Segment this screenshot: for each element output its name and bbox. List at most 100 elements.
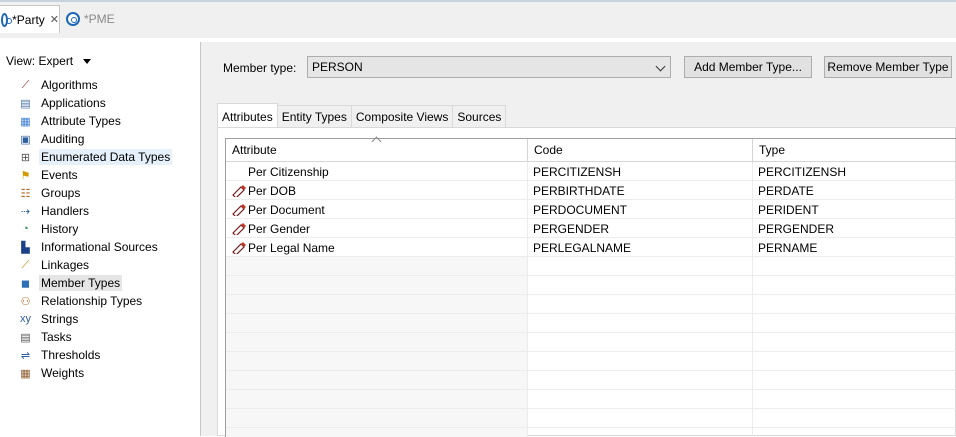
handlers-icon: ⇢ xyxy=(20,205,31,218)
attributes-table: Attribute Code Type Per Citizenship PERCI… xyxy=(225,136,956,437)
table-row xyxy=(226,276,956,295)
tree-item-label: Groups xyxy=(41,186,81,200)
table-row[interactable]: Per Legal Name PERLEGALNAME PERNAME xyxy=(226,238,956,257)
chevron-down-icon xyxy=(655,61,666,72)
type-cell: PERGENDER xyxy=(758,221,835,236)
thresholds-icon: ⇌ xyxy=(20,349,31,362)
table-row xyxy=(226,352,956,371)
view-selector-label: View: Expert xyxy=(6,54,74,68)
pme-editor-icon xyxy=(66,12,80,26)
tree-item-label: Handlers xyxy=(41,204,90,218)
tree-item-attribute-types[interactable]: ▦ Attribute Types xyxy=(18,112,172,130)
code-cell: PERDOCUMENT xyxy=(533,202,628,217)
editor-tab-bar: *Party ✕ *PME xyxy=(0,0,956,38)
attributes-panel: Attribute Code Type Per Citizenship PERCI… xyxy=(217,127,956,437)
column-header-label: Attribute xyxy=(232,143,277,157)
tree-item-strings[interactable]: xy Strings xyxy=(18,310,172,328)
column-header-code[interactable]: Code xyxy=(527,139,752,161)
tree-item-events[interactable]: ⚑ Events xyxy=(18,166,172,184)
tasks-icon: ▤ xyxy=(20,331,31,344)
events-icon: ⚑ xyxy=(20,169,31,182)
table-row[interactable]: Per DOB PERBIRTHDATE PERDATE xyxy=(226,181,956,200)
auditing-icon: ▣ xyxy=(20,133,31,146)
tree-item-label: Thresholds xyxy=(41,348,101,362)
tab-attributes[interactable]: Attributes xyxy=(217,103,278,129)
tree-item-handlers[interactable]: ⇢ Handlers xyxy=(18,202,172,220)
tree-item-member-types[interactable]: ◼ Member Types xyxy=(18,274,172,292)
attribute-name: Per Gender xyxy=(248,221,311,236)
tree-item-label: Member Types xyxy=(39,275,123,291)
code-cell: PERBIRTHDATE xyxy=(533,183,625,198)
tree-item-informational-sources[interactable]: ▙ Informational Sources xyxy=(18,238,172,256)
attribute-types-icon: ▦ xyxy=(20,115,31,128)
table-row xyxy=(226,371,956,390)
tree-item-relationship-types[interactable]: ⚇ Relationship Types xyxy=(18,292,172,310)
tree-item-label: Strings xyxy=(41,312,79,326)
tab-entity-types[interactable]: Entity Types xyxy=(277,105,352,129)
sort-ascending-icon xyxy=(371,136,382,147)
table-row xyxy=(226,390,956,409)
attribute-cell: Per DOB xyxy=(226,181,527,200)
blank-icon xyxy=(232,166,246,178)
tree-item-label: Events xyxy=(41,168,78,182)
edit-pencil-icon xyxy=(232,222,246,235)
tree-item-thresholds[interactable]: ⇌ Thresholds xyxy=(18,346,172,364)
remove-member-type-button[interactable]: Remove Member Type xyxy=(824,56,952,78)
member-type-dropdown[interactable]: PERSON xyxy=(307,56,671,78)
table-row[interactable]: Per Citizenship PERCITIZENSH PERCITIZENSH xyxy=(226,162,956,181)
type-cell: PERIDENT xyxy=(758,202,819,217)
editor-subtabs: Attributes Entity Types Composite Views … xyxy=(217,103,507,129)
tree-item-label: Linkages xyxy=(41,258,90,272)
weights-icon: ▦ xyxy=(20,367,31,380)
pane-splitter[interactable] xyxy=(201,42,211,436)
tree-item-enumerated-data-types[interactable]: ⊞ Enumerated Data Types xyxy=(18,148,173,166)
strings-icon: xy xyxy=(20,313,31,325)
member-types-icon: ◼ xyxy=(20,277,31,290)
tree-item-history[interactable]: ◔ History xyxy=(18,220,172,238)
tree-item-auditing[interactable]: ▣ Auditing xyxy=(18,130,172,148)
table-row[interactable]: Per Gender PERGENDER PERGENDER xyxy=(226,219,956,238)
tree-item-label: Tasks xyxy=(41,330,72,344)
application-icon: ▤ xyxy=(20,97,31,110)
editor-tab-label: *Party xyxy=(12,12,45,27)
code-cell: PERGENDER xyxy=(533,221,610,236)
navigator-tree: ⟋ Algorithms ▤ Applications ▦ Attribute Types… xyxy=(18,76,173,382)
column-header-attribute[interactable]: Attribute xyxy=(226,136,527,161)
tree-item-label: Enumerated Data Types xyxy=(39,149,173,165)
tree-item-weights[interactable]: ▦ Weights xyxy=(18,364,172,382)
groups-icon: ☷ xyxy=(20,187,31,200)
tree-item-tasks[interactable]: ▤ Tasks xyxy=(18,328,172,346)
tree-item-applications[interactable]: ▤ Applications xyxy=(18,94,172,112)
tree-item-groups[interactable]: ☷ Groups xyxy=(18,184,172,202)
tree-item-label: Algorithms xyxy=(41,78,98,92)
member-type-label: Member type: xyxy=(223,61,297,75)
table-row xyxy=(226,257,956,276)
caret-down-icon xyxy=(83,58,92,64)
view-selector[interactable]: View: Expert xyxy=(6,54,92,68)
attribute-name: Per Legal Name xyxy=(248,240,335,255)
editor-tab-pme[interactable]: *PME xyxy=(66,5,146,33)
editor-tab-party[interactable]: *Party ✕ xyxy=(0,5,60,33)
tree-item-label: Applications xyxy=(41,96,106,110)
column-header-type[interactable]: Type xyxy=(752,139,956,161)
type-cell: PERDATE xyxy=(758,183,814,198)
edit-pencil-icon xyxy=(232,241,246,254)
code-cell: PERLEGALNAME xyxy=(533,240,632,255)
tree-item-label: Relationship Types xyxy=(41,294,143,308)
tab-composite-views[interactable]: Composite Views xyxy=(351,105,454,129)
table-row xyxy=(226,295,956,314)
enum-icon: ⊞ xyxy=(20,151,31,164)
table-row[interactable]: Per Document PERDOCUMENT PERIDENT xyxy=(226,200,956,219)
table-header: Attribute Code Type xyxy=(226,136,956,162)
close-icon[interactable]: ✕ xyxy=(50,13,59,26)
tree-item-algorithms[interactable]: ⟋ Algorithms xyxy=(18,76,172,94)
tab-sources[interactable]: Sources xyxy=(453,105,507,129)
attribute-cell: Per Citizenship xyxy=(226,162,527,181)
member-type-value: PERSON xyxy=(312,60,363,74)
tree-item-label: Attribute Types xyxy=(41,114,121,128)
attribute-cell: Per Document xyxy=(226,200,527,219)
add-member-type-button[interactable]: Add Member Type... xyxy=(684,56,812,78)
attribute-name: Per DOB xyxy=(248,183,297,198)
editor-tab-label: *PME xyxy=(84,12,115,26)
tree-item-linkages[interactable]: ⟋ Linkages xyxy=(18,256,172,274)
